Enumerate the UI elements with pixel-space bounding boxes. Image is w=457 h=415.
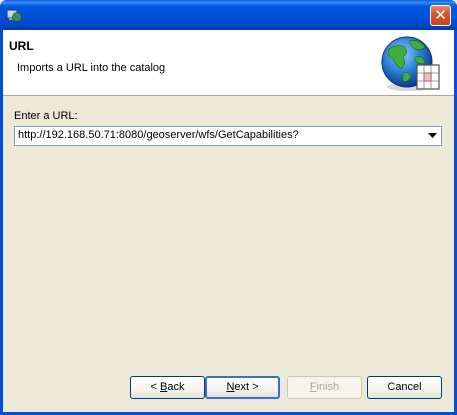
url-dropdown-button[interactable] [425,128,440,144]
next-button[interactable]: Next > [205,376,280,399]
finish-button[interactable]: Finish [287,376,362,399]
page-title: URL [9,39,34,53]
url-label: Enter a URL: [14,110,78,122]
back-button-prefix: < [150,381,160,393]
back-button[interactable]: < Back [130,376,205,399]
close-button[interactable]: ✕ [430,5,451,26]
next-button-label: ext > [234,381,259,393]
chevron-down-icon [428,133,437,138]
dialog-window: ✕ URL Imports a URL into the catalog Ent… [0,0,457,415]
finish-button-label: inish [316,381,340,393]
url-input[interactable]: http://192.168.50.71:8080/geoserver/wfs/… [18,129,299,141]
url-combobox[interactable]: http://192.168.50.71:8080/geoserver/wfs/… [14,126,442,146]
title-bar[interactable]: ✕ [0,0,457,30]
page-description: Imports a URL into the catalog [17,62,166,74]
dialog-client-area: URL Imports a URL into the catalog Enter… [3,30,454,412]
finish-button-mnemonic: F [309,381,317,393]
close-icon: ✕ [434,6,447,24]
cancel-button[interactable]: Cancel [367,376,442,399]
globe-icon [381,36,440,91]
app-icon [6,9,22,22]
back-button-label: ack [167,381,185,393]
wizard-header: URL Imports a URL into the catalog [3,30,454,96]
